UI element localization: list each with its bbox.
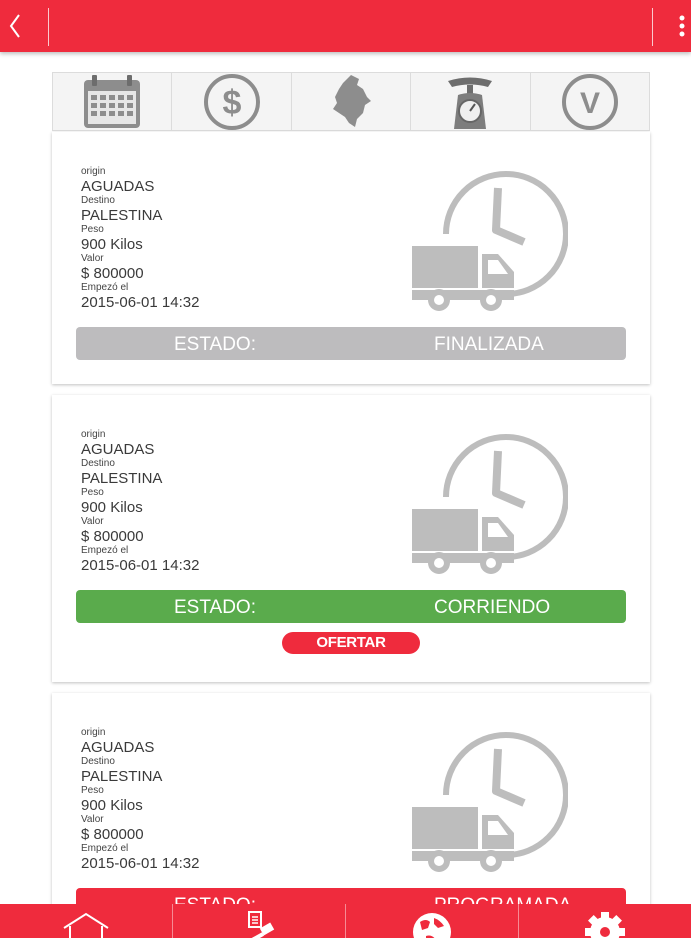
- value-amount: $ 800000: [81, 826, 144, 843]
- status-value: CORRIENDO: [434, 597, 551, 618]
- overflow-menu-button[interactable]: [653, 0, 691, 52]
- shipment-info: origin AGUADAS Destino PALESTINA Peso 90…: [81, 430, 199, 575]
- shipment-card[interactable]: origin AGUADAS Destino PALESTINA Peso 90…: [52, 132, 650, 384]
- origin-value: AGUADAS: [81, 178, 155, 195]
- shipment-info: origin AGUADAS Destino PALESTINA Peso 90…: [81, 728, 199, 873]
- bottom-nav: [0, 904, 691, 938]
- ofertar-button[interactable]: OFERTAR: [282, 632, 420, 654]
- filter-tab-weight[interactable]: [411, 73, 531, 130]
- weight-label: Peso: [81, 785, 104, 796]
- header-divider: [48, 8, 49, 46]
- origin-label: origin: [81, 727, 106, 738]
- value-label: Valor: [81, 516, 104, 527]
- delivery-time-icon: [412, 171, 568, 311]
- overflow-menu-icon: [679, 15, 685, 37]
- nav-home[interactable]: [0, 904, 173, 938]
- destination-value: PALESTINA: [81, 207, 163, 224]
- destination-value: PALESTINA: [81, 768, 163, 785]
- value-amount: $ 800000: [81, 528, 144, 545]
- delivery-time-icon: [412, 732, 568, 872]
- dollar-icon: $: [203, 73, 260, 130]
- destination-label: Destino: [81, 195, 115, 206]
- nav-auctions[interactable]: [173, 904, 346, 938]
- origin-label: origin: [81, 166, 106, 177]
- nav-map[interactable]: [346, 904, 519, 938]
- weight-label: Peso: [81, 224, 104, 235]
- delivery-time-icon: [412, 434, 568, 574]
- chevron-left-icon: [9, 14, 20, 38]
- filter-tab-verified[interactable]: V: [531, 73, 649, 130]
- calendar-icon: [84, 74, 141, 128]
- shipment-card[interactable]: origin AGUADAS Destino PALESTINA Peso 90…: [52, 693, 650, 923]
- value-label: Valor: [81, 814, 104, 825]
- filter-tab-region[interactable]: [292, 73, 412, 130]
- filter-tabs: $ V: [52, 72, 650, 131]
- destination-label: Destino: [81, 458, 115, 469]
- auction-icon: [248, 911, 275, 938]
- status-bar-corriendo: ESTADO: CORRIENDO: [76, 590, 626, 623]
- started-value: 2015-06-01 14:32: [81, 855, 200, 872]
- filter-tab-value[interactable]: $: [172, 73, 292, 130]
- colombia-map-icon: [333, 74, 372, 127]
- started-value: 2015-06-01 14:32: [81, 557, 200, 574]
- svg-text:$: $: [222, 84, 241, 122]
- status-label: ESTADO:: [174, 334, 256, 355]
- started-value: 2015-06-01 14:32: [81, 294, 200, 311]
- origin-value: AGUADAS: [81, 441, 155, 458]
- started-label: Empezó el: [81, 843, 129, 854]
- origin-label: origin: [81, 429, 106, 440]
- settings-icon: [585, 912, 625, 938]
- app-header: [0, 0, 691, 52]
- status-bar-finalizada: ESTADO: FINALIZADA: [76, 327, 626, 360]
- origin-value: AGUADAS: [81, 739, 155, 756]
- started-label: Empezó el: [81, 545, 129, 556]
- weight-value: 900 Kilos: [81, 499, 143, 516]
- back-button[interactable]: [0, 0, 48, 52]
- status-label: ESTADO:: [174, 597, 256, 618]
- started-label: Empezó el: [81, 282, 129, 293]
- destination-value: PALESTINA: [81, 470, 163, 487]
- nav-settings[interactable]: [519, 904, 691, 938]
- shipment-card[interactable]: origin AGUADAS Destino PALESTINA Peso 90…: [52, 395, 650, 682]
- svg-text:V: V: [580, 87, 600, 120]
- weight-value: 900 Kilos: [81, 797, 143, 814]
- v-circle-icon: V: [561, 73, 618, 130]
- home-icon: [63, 912, 109, 938]
- value-label: Valor: [81, 253, 104, 264]
- status-value: FINALIZADA: [434, 334, 544, 355]
- weight-value: 900 Kilos: [81, 236, 143, 253]
- value-amount: $ 800000: [81, 265, 144, 282]
- filter-tab-date[interactable]: [53, 73, 173, 130]
- scale-icon: [448, 77, 493, 129]
- destination-label: Destino: [81, 756, 115, 767]
- weight-label: Peso: [81, 487, 104, 498]
- shipment-info: origin AGUADAS Destino PALESTINA Peso 90…: [81, 167, 199, 312]
- globe-icon: [413, 913, 451, 938]
